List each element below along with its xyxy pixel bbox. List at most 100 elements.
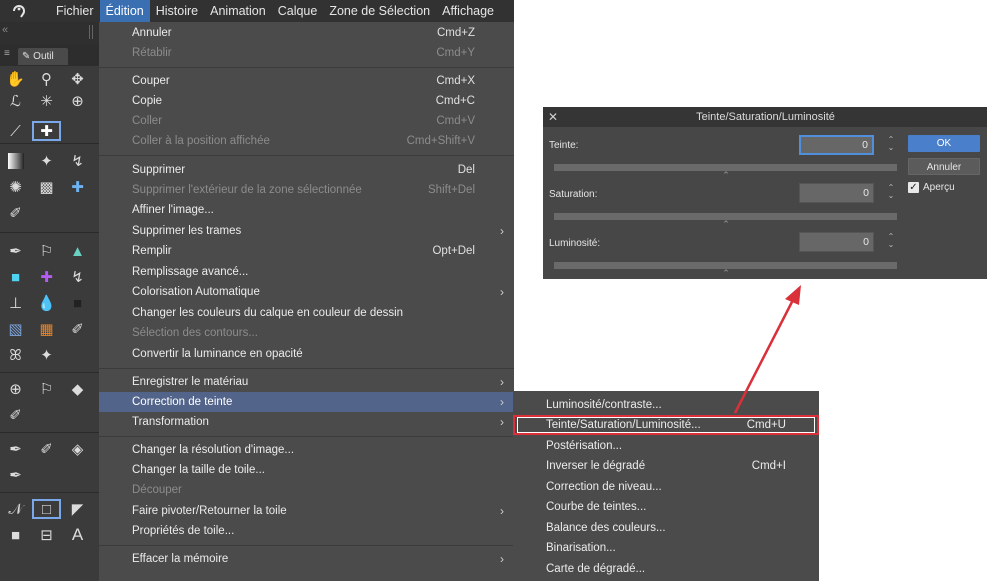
- vector-line-icon[interactable]: 𝒩: [0, 498, 31, 520]
- submenu-item-hue-saturation-luminosity[interactable]: Teinte/Saturation/Luminosité... Cmd+U: [513, 415, 819, 435]
- pen-small-icon[interactable]: ✐: [0, 404, 31, 426]
- saturation-input[interactable]: 0: [799, 183, 874, 203]
- panel-menu-icon[interactable]: ≡: [4, 48, 10, 59]
- tool-tab[interactable]: ✎ Outil: [18, 48, 68, 65]
- orange-pattern-icon[interactable]: ▦: [31, 318, 62, 340]
- ruler-icon[interactable]: ◤: [62, 498, 93, 520]
- menu-animation[interactable]: Animation: [204, 0, 272, 22]
- app-logo-icon[interactable]: [0, 0, 38, 22]
- menu-affichage[interactable]: Affichage: [436, 0, 500, 22]
- brush-outline-icon[interactable]: ✐: [62, 318, 93, 340]
- menu-item-change-canvas-size[interactable]: Changer la taille de toile...: [99, 460, 514, 480]
- correction-pen-icon[interactable]: ✒: [0, 464, 31, 486]
- menu-item-rotate-flip[interactable]: Faire pivoter/Retourner la toile ›: [99, 501, 514, 521]
- rectangle-icon[interactable]: □: [31, 498, 62, 520]
- menu-fichier[interactable]: Fichier: [50, 0, 100, 22]
- panel-layout-icon[interactable]: ⊟: [31, 524, 62, 546]
- menu-item-cut[interactable]: Couper Cmd+X: [99, 71, 514, 91]
- menu-item-auto-color[interactable]: Colorisation Automatique ›: [99, 282, 514, 302]
- hue-input[interactable]: 0: [799, 135, 874, 155]
- menu-item-undo[interactable]: Annuler Cmd+Z: [99, 23, 514, 43]
- eraser-icon[interactable]: ◈: [62, 438, 93, 460]
- luminosity-slider-handle-icon[interactable]: ⌃: [721, 269, 731, 278]
- menu-item-fill[interactable]: Remplir Opt+Del: [99, 241, 514, 261]
- lasso-icon[interactable]: ℒ: [0, 90, 31, 112]
- noise-texture-icon[interactable]: ■: [62, 292, 93, 314]
- saturation-slider-handle-icon[interactable]: ⌃: [721, 220, 731, 229]
- submenu-item-brightness-contrast[interactable]: Luminosité/contraste...: [513, 395, 819, 415]
- select-layer-icon[interactable]: ⊕: [0, 378, 31, 400]
- hue-slider-handle-icon[interactable]: ⌃: [721, 171, 731, 180]
- blue-sparkle-icon[interactable]: ✚: [62, 176, 93, 198]
- saturation-label: Saturation:: [549, 189, 598, 200]
- submenu-item-level-correction[interactable]: Correction de niveau...: [513, 477, 819, 497]
- fill-stamp-icon[interactable]: ⚐: [31, 378, 62, 400]
- menu-calque[interactable]: Calque: [272, 0, 324, 22]
- blue-pattern-icon[interactable]: ▧: [0, 318, 31, 340]
- brush-nib-icon[interactable]: ✐: [31, 438, 62, 460]
- pen-icon[interactable]: ✒: [0, 240, 31, 262]
- menu-item-refine[interactable]: Affiner l'image...: [99, 200, 514, 220]
- magic-wand-icon[interactable]: ✳: [31, 90, 62, 112]
- eyedropper-icon[interactable]: ⟋: [0, 120, 31, 142]
- menu-zone-selection[interactable]: Zone de Sélection: [323, 0, 436, 22]
- luminosity-input[interactable]: 0: [799, 232, 874, 252]
- saturation-spinner-icon[interactable]: ⌃ ⌄: [886, 184, 896, 204]
- submenu-arrow-icon: ›: [500, 415, 504, 429]
- frame-icon[interactable]: ■: [0, 524, 31, 546]
- small-sparkle-icon[interactable]: ✦: [31, 344, 62, 366]
- ok-button[interactable]: OK: [908, 135, 980, 152]
- menu-histoire[interactable]: Histoire: [150, 0, 204, 22]
- burst-icon[interactable]: ✺: [0, 176, 31, 198]
- menu-item-change-resolution[interactable]: Changer la résolution d'image...: [99, 440, 514, 460]
- text-icon[interactable]: A: [62, 524, 93, 546]
- zoom-icon[interactable]: ⚲: [31, 68, 62, 90]
- object-select-icon[interactable]: ⊕: [62, 90, 93, 112]
- menu-item-copy[interactable]: Copie Cmd+C: [99, 91, 514, 111]
- cancel-button[interactable]: Annuler: [908, 158, 980, 175]
- submenu-item-gradient-map[interactable]: Carte de dégradé...: [513, 559, 819, 579]
- hand-icon[interactable]: ✋: [0, 68, 31, 90]
- gradient-icon[interactable]: [0, 150, 31, 172]
- tone-pattern-icon[interactable]: ▩: [31, 176, 62, 198]
- submenu-item-binarization[interactable]: Binarisation...: [513, 538, 819, 558]
- close-icon[interactable]: ✕: [548, 107, 558, 127]
- menu-item-advanced-fill[interactable]: Remplissage avancé...: [99, 262, 514, 282]
- menu-item-clear-memory[interactable]: Effacer la mémoire ›: [99, 549, 514, 569]
- stamp-icon[interactable]: ⚐: [31, 240, 62, 262]
- pen-outline-icon[interactable]: ✐: [0, 202, 31, 224]
- water-drop-icon[interactable]: 💧: [31, 292, 62, 314]
- purple-sparkle-icon[interactable]: ✚: [31, 266, 62, 288]
- colored-brush-icon[interactable]: ▲: [62, 240, 93, 262]
- sparkle-icon[interactable]: ✦: [31, 150, 62, 172]
- butterfly-icon[interactable]: ꕤ: [0, 344, 31, 366]
- submenu-item-tone-curve[interactable]: Courbe de teintes...: [513, 497, 819, 517]
- menu-item-paste-at-position: Coller à la position affichée Cmd+Shift+…: [99, 131, 514, 151]
- cyan-texture-icon[interactable]: ■: [0, 266, 31, 288]
- scatter-brush-icon[interactable]: ↯: [62, 266, 93, 288]
- menu-item-register-material[interactable]: Enregistrer le matériau ›: [99, 372, 514, 392]
- collapse-panel-icon[interactable]: «: [2, 24, 8, 36]
- sparkle-tool-icon[interactable]: ✚: [31, 120, 62, 142]
- panel-grip-icon[interactable]: [89, 25, 93, 39]
- menu-item-change-layer-color[interactable]: Changer les couleurs du calque en couleu…: [99, 303, 514, 323]
- menu-item-canvas-properties[interactable]: Propriétés de toile...: [99, 521, 514, 541]
- preview-checkbox[interactable]: ✓ Aperçu: [908, 182, 955, 193]
- hue-spinner-icon[interactable]: ⌃ ⌄: [886, 136, 896, 156]
- menu-item-transform[interactable]: Transformation ›: [99, 412, 514, 432]
- menu-item-luminance-opacity[interactable]: Convertir la luminance en opacité: [99, 344, 514, 364]
- submenu-item-reverse-gradient[interactable]: Inverser le dégradé Cmd+I: [513, 456, 819, 476]
- menu-item-tonal-correction[interactable]: Correction de teinte ›: [99, 392, 514, 412]
- tonal-correction-submenu: Luminosité/contraste... Teinte/Saturatio…: [513, 391, 819, 581]
- pen-nib-icon[interactable]: ✒: [0, 438, 31, 460]
- menu-item-delete[interactable]: Supprimer Del: [99, 160, 514, 180]
- menu-item-delete-tones[interactable]: Supprimer les trames ›: [99, 221, 514, 241]
- paint-bucket-icon[interactable]: ◆: [62, 378, 93, 400]
- decoration-brush-icon[interactable]: ↯: [62, 150, 93, 172]
- move-icon[interactable]: ✥: [62, 68, 93, 90]
- submenu-item-posterization[interactable]: Postérisation...: [513, 436, 819, 456]
- menu-edition[interactable]: Édition: [99, 0, 150, 22]
- stamp-tool-icon[interactable]: ⊥: [0, 292, 31, 314]
- submenu-item-color-balance[interactable]: Balance des couleurs...: [513, 518, 819, 538]
- luminosity-spinner-icon[interactable]: ⌃ ⌄: [886, 233, 896, 253]
